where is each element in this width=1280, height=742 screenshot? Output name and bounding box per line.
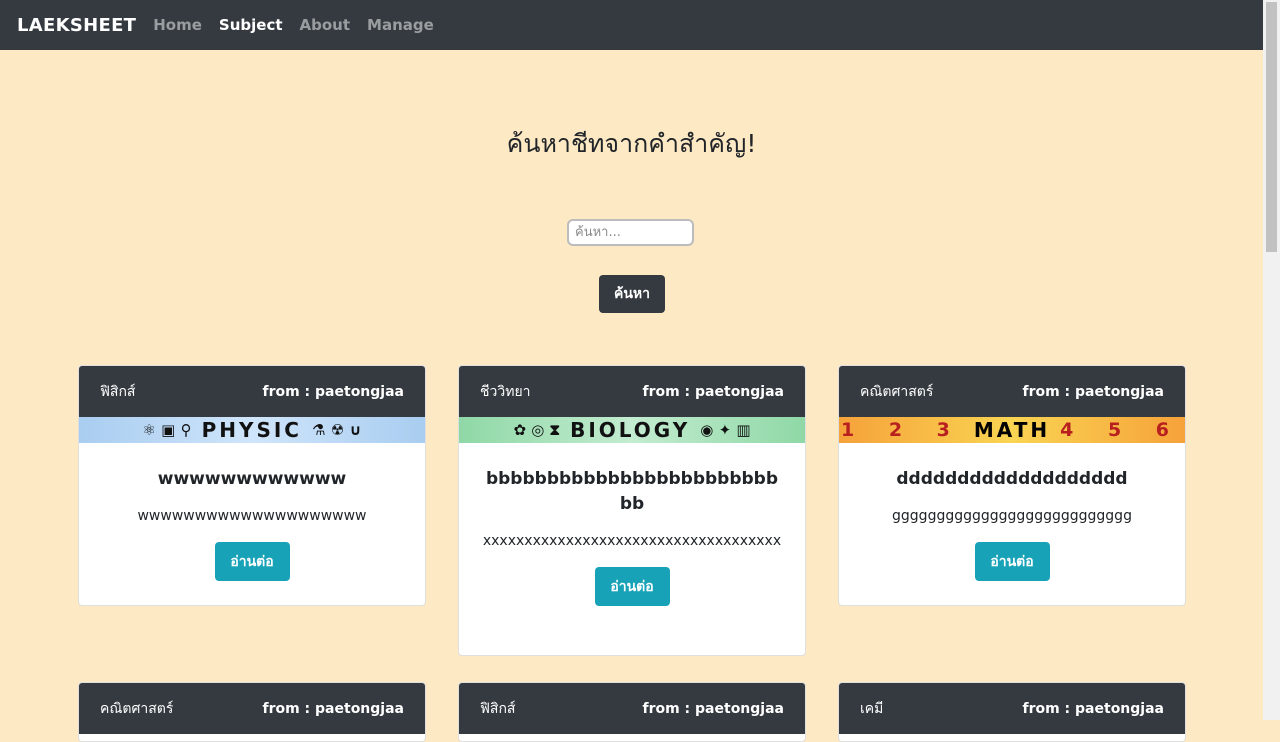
sheet-card: ฟิสิกส์ from : paetongjaa (458, 682, 806, 742)
card-author: from : paetongjaa (642, 383, 784, 400)
card-text: xxxxxxxxxxxxxxxxxxxxxxxxxxxxxxxxxxxx (482, 533, 782, 549)
card-author: from : paetongjaa (642, 700, 784, 717)
card-subject: เคมี (860, 700, 884, 717)
card-title: ddddddddddddddddddd (896, 469, 1128, 489)
banner-numbers-right: 4 5 6 (1060, 419, 1183, 441)
sheet-card: ฟิสิกส์ from : paetongjaa ⚛ ▣ ⚲ PHYSIC ⚗… (78, 365, 426, 606)
card-subject: ฟิสิกส์ (100, 383, 136, 400)
banner-icons-right: ⚗ ☢ ∪ (311, 421, 362, 439)
read-more-button[interactable]: อ่านต่อ (974, 542, 1050, 581)
sheet-card: คณิตศาสตร์ from : paetongjaa (78, 682, 426, 742)
page-scrollbar[interactable] (1263, 0, 1280, 720)
read-more-button[interactable]: อ่านต่อ (594, 567, 670, 606)
card-subject: ฟิสิกส์ (480, 700, 516, 717)
sheet-card: ชีววิทยา from : paetongjaa ✿ ◎ ⧗ BIOLOGY… (458, 365, 806, 656)
card-text: wwwwwwwwwwwwwwwwwwww (137, 508, 367, 524)
scrollbar-thumb[interactable] (1266, 2, 1277, 252)
banner-icons-left: ⚛ ▣ ⚲ (142, 421, 192, 439)
card-banner-image: ⚛ ▣ ⚲ PHYSIC ⚗ ☢ ∪ (79, 417, 425, 443)
banner-text: BIOLOGY (570, 418, 691, 442)
card-banner-image: ✿ ◎ ⧗ BIOLOGY ◉ ✦ ▥ (459, 417, 805, 443)
card-subject: ชีววิทยา (480, 383, 531, 400)
card-title: bbbbbbbbbbbbbbbbbbbbbbbbbb (485, 469, 779, 514)
card-subject: คณิตศาสตร์ (100, 700, 174, 717)
banner-icons-left: ✿ ◎ ⧗ (513, 421, 561, 439)
card-author: from : paetongjaa (1022, 700, 1164, 717)
top-navbar: LAEKSHEET Home Subject About Manage (0, 0, 1263, 50)
card-title: wwwwwwwwwwww (157, 469, 347, 489)
card-header: ฟิสิกส์ from : paetongjaa (79, 366, 425, 417)
card-header: เคมี from : paetongjaa (839, 683, 1185, 734)
banner-text: MATH (973, 418, 1051, 442)
banner-text: PHYSIC (201, 418, 302, 442)
brand-logo[interactable]: LAEKSHEET (17, 15, 136, 36)
search-input[interactable] (567, 219, 694, 246)
card-author: from : paetongjaa (262, 383, 404, 400)
nav-manage-link[interactable]: Manage (367, 16, 434, 34)
card-header: ฟิสิกส์ from : paetongjaa (459, 683, 805, 734)
read-more-button[interactable]: อ่านต่อ (214, 542, 290, 581)
card-body: ddddddddddddddddddd gggggggggggggggggggg… (839, 443, 1185, 602)
card-header: ชีววิทยา from : paetongjaa (459, 366, 805, 417)
page-title: ค้นหาชีทจากคำสำคัญ! (506, 129, 757, 158)
nav-about-link[interactable]: About (300, 16, 351, 34)
card-subject: คณิตศาสตร์ (860, 383, 934, 400)
sheet-card: คณิตศาสตร์ from : paetongjaa 1 2 3 MATH … (838, 365, 1186, 606)
card-body: wwwwwwwwwwww wwwwwwwwwwwwwwwwwwww อ่านต่… (79, 443, 425, 602)
card-body: bbbbbbbbbbbbbbbbbbbbbbbbbb xxxxxxxxxxxxx… (459, 443, 805, 627)
card-text: ggggggggggggggggggggggggggg (892, 508, 1132, 524)
card-header: คณิตศาสตร์ from : paetongjaa (839, 366, 1185, 417)
banner-numbers-left: 1 2 3 (841, 419, 964, 441)
search-button[interactable]: ค้นหา (599, 275, 665, 313)
nav-home-link[interactable]: Home (153, 16, 202, 34)
banner-icons-right: ◉ ✦ ▥ (700, 421, 751, 439)
nav-subject-link[interactable]: Subject (219, 16, 283, 34)
card-author: from : paetongjaa (1022, 383, 1164, 400)
card-banner-image: 1 2 3 MATH 4 5 6 (839, 417, 1185, 443)
card-header: คณิตศาสตร์ from : paetongjaa (79, 683, 425, 734)
card-author: from : paetongjaa (262, 700, 404, 717)
sheet-card: เคมี from : paetongjaa (838, 682, 1186, 742)
